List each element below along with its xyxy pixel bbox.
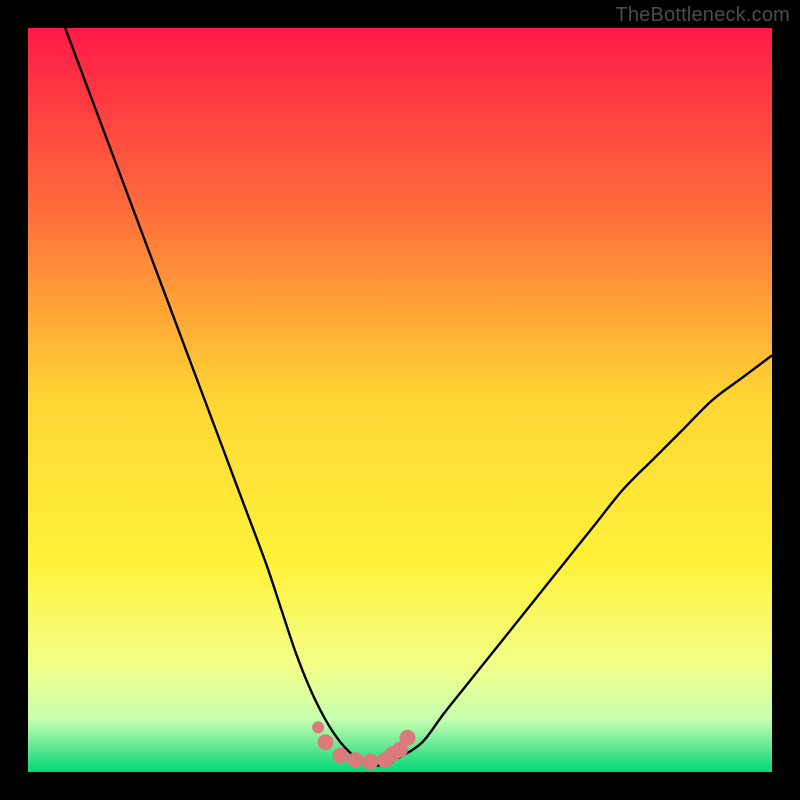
plot-area xyxy=(28,28,772,772)
plot-svg xyxy=(28,28,772,772)
valley-marker xyxy=(332,748,348,764)
gradient-background xyxy=(28,28,772,772)
chart-frame: TheBottleneck.com xyxy=(0,0,800,800)
watermark-text: TheBottleneck.com xyxy=(615,4,790,27)
valley-marker xyxy=(312,721,324,733)
valley-marker xyxy=(347,752,363,768)
valley-marker xyxy=(399,730,415,746)
valley-marker xyxy=(318,734,334,750)
valley-marker xyxy=(362,754,378,770)
